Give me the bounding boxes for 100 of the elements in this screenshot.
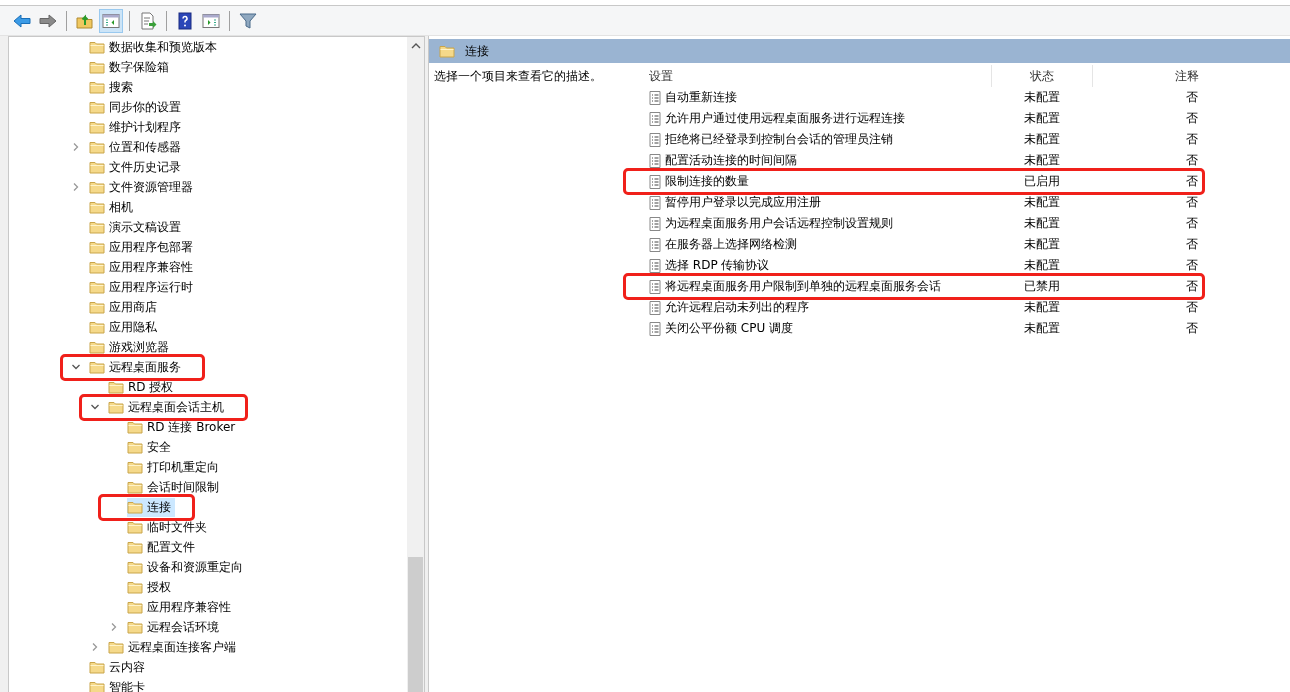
folder-icon — [89, 80, 105, 94]
policy-icon — [649, 153, 661, 168]
description-text: 选择一个项目来查看它的描述。 — [434, 69, 602, 83]
tree-item[interactable]: 演示文稿设置 — [89, 217, 185, 237]
folder-icon — [127, 520, 143, 534]
folder-icon — [89, 300, 105, 314]
comment-cell-text: 否 — [1185, 152, 1199, 169]
folder-icon — [439, 44, 455, 58]
tree-item[interactable]: 应用程序包部署 — [89, 237, 197, 257]
setting-name[interactable]: 自动重新连接 — [665, 89, 737, 106]
scrollbar[interactable] — [407, 37, 424, 692]
tree-item[interactable]: 同步你的设置 — [89, 97, 185, 117]
folder-icon — [127, 440, 143, 454]
tree-item[interactable]: 配置文件 — [127, 537, 199, 557]
folder-icon — [127, 480, 143, 494]
tree-item[interactable]: 远程桌面会话主机 — [108, 397, 228, 417]
state-cell-text: 未配置 — [1023, 236, 1061, 253]
folder-icon — [89, 60, 105, 74]
tree-item[interactable]: 文件历史记录 — [89, 157, 185, 177]
tree-item[interactable]: 游戏浏览器 — [89, 337, 173, 357]
tree-item[interactable]: 维护计划程序 — [89, 117, 185, 137]
setting-name[interactable]: 在服务器上选择网络检测 — [665, 236, 797, 253]
folder-icon — [89, 100, 105, 114]
policy-icon — [649, 174, 661, 189]
state-cell-text: 未配置 — [1023, 110, 1061, 127]
setting-name[interactable]: 允许远程启动未列出的程序 — [665, 299, 809, 316]
folder-icon — [89, 360, 105, 374]
folder-icon — [108, 640, 124, 654]
folder-icon — [127, 560, 143, 574]
tree-item[interactable]: 应用商店 — [89, 297, 161, 317]
comment-cell-text: 否 — [1185, 236, 1199, 253]
tree-item[interactable]: 相机 — [89, 197, 137, 217]
comment-cell-text: 否 — [1185, 194, 1199, 211]
show-tree-button[interactable] — [99, 8, 123, 33]
tree-item[interactable]: RD 授权 — [108, 377, 178, 397]
folder-icon — [108, 380, 124, 394]
tree-item[interactable]: 连接 — [127, 497, 175, 517]
setting-name[interactable]: 允许用户通过使用远程桌面服务进行远程连接 — [665, 110, 905, 127]
state-cell-text: 已启用 — [1023, 173, 1061, 190]
comment-cell-text: 否 — [1185, 173, 1199, 190]
comment-cell-text: 否 — [1185, 299, 1199, 316]
comment-cell-text: 否 — [1185, 131, 1199, 148]
policy-icon — [649, 237, 661, 252]
tree-item[interactable]: 远程桌面连接客户端 — [108, 637, 240, 657]
tree-item[interactable]: 授权 — [127, 577, 175, 597]
tree-item[interactable]: 数字保险箱 — [89, 57, 173, 77]
tree-item[interactable]: 会话时间限制 — [127, 477, 223, 497]
folder-icon — [89, 120, 105, 134]
setting-name[interactable]: 将远程桌面服务用户限制到单独的远程桌面服务会话 — [665, 278, 941, 295]
tree-item[interactable]: 应用程序兼容性 — [89, 257, 197, 277]
setting-name[interactable]: 拒绝将已经登录到控制台会话的管理员注销 — [665, 131, 893, 148]
setting-name[interactable]: 选择 RDP 传输协议 — [665, 257, 770, 274]
policy-icon — [649, 300, 661, 315]
folder-icon — [127, 620, 143, 634]
tree-item[interactable]: 文件资源管理器 — [89, 177, 197, 197]
column-header[interactable]: 设置 — [633, 65, 992, 87]
tree-item[interactable]: 应用程序兼容性 — [127, 597, 235, 617]
folder-icon — [89, 320, 105, 334]
policy-icon — [649, 132, 661, 147]
tree-item[interactable]: 智能卡 — [89, 677, 149, 692]
folder-icon — [89, 260, 105, 274]
tree-item[interactable]: 搜索 — [89, 77, 137, 97]
state-cell-text: 未配置 — [1023, 152, 1061, 169]
tree-item[interactable]: 打印机重定向 — [127, 457, 223, 477]
folder-icon — [127, 460, 143, 474]
state-cell-text: 已禁用 — [1023, 278, 1061, 295]
folder-icon — [89, 160, 105, 174]
policy-icon — [649, 111, 661, 126]
folder-icon — [89, 280, 105, 294]
setting-name[interactable]: 为远程桌面服务用户会话远程控制设置规则 — [665, 215, 893, 232]
setting-name[interactable]: 暂停用户登录以完成应用注册 — [665, 194, 821, 211]
tree-item[interactable]: 设备和资源重定向 — [127, 557, 247, 577]
tree-item[interactable]: RD 连接 Broker — [127, 417, 240, 437]
folder-icon — [127, 420, 143, 434]
tree-item[interactable]: 远程桌面服务 — [89, 357, 185, 377]
folder-icon — [89, 140, 105, 154]
state-cell-text: 未配置 — [1023, 131, 1061, 148]
folder-icon — [108, 400, 124, 414]
setting-name[interactable]: 限制连接的数量 — [665, 173, 749, 190]
folder-icon — [89, 660, 105, 674]
tree-item[interactable]: 数据收集和预览版本 — [89, 37, 221, 57]
setting-name[interactable]: 配置活动连接的时间间隔 — [665, 152, 797, 169]
state-cell-text: 未配置 — [1023, 299, 1061, 316]
column-header[interactable]: 注释 — [1093, 65, 1203, 87]
tree-item[interactable]: 应用程序运行时 — [89, 277, 197, 297]
column-header[interactable]: 状态 — [992, 65, 1093, 87]
setting-name[interactable]: 关闭公平份额 CPU 调度 — [665, 320, 794, 337]
tree-item[interactable]: 位置和传感器 — [89, 137, 185, 157]
state-cell-text: 未配置 — [1023, 320, 1061, 337]
tree-item[interactable]: 安全 — [127, 437, 175, 457]
tree-item[interactable]: 云内容 — [89, 657, 149, 677]
scroll-thumb[interactable] — [408, 557, 423, 692]
folder-icon — [89, 40, 105, 54]
folder-icon — [89, 240, 105, 254]
tree-item[interactable]: 远程会话环境 — [127, 617, 223, 637]
comment-cell-text: 否 — [1185, 89, 1199, 106]
scroll-up-icon[interactable] — [410, 43, 421, 49]
folder-icon — [127, 580, 143, 594]
tree-item[interactable]: 应用隐私 — [89, 317, 161, 337]
tree-item[interactable]: 临时文件夹 — [127, 517, 211, 537]
